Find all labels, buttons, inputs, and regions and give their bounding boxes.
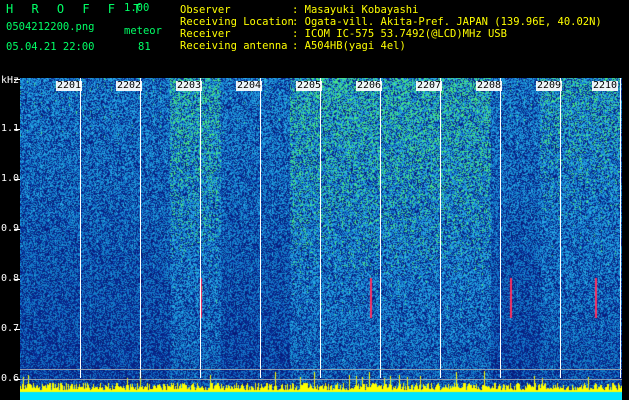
app-version: 1.00 xyxy=(124,2,150,14)
minute-line xyxy=(80,78,81,378)
minute-label-2204: 2204 xyxy=(236,80,263,91)
minute-label-2206: 2206 xyxy=(356,80,383,91)
minute-label-2210: 2210 xyxy=(592,80,619,91)
minute-line xyxy=(620,78,621,378)
minute-line xyxy=(200,78,201,378)
minute-line xyxy=(320,78,321,378)
hroft-screen: H R O F F T 1.00 0504212200.png meteor 0… xyxy=(0,0,629,400)
axis-tick xyxy=(14,179,20,180)
minute-label-2203: 2203 xyxy=(176,80,203,91)
axis-tick xyxy=(14,129,20,130)
minute-line xyxy=(500,78,501,378)
axis-tick xyxy=(14,379,20,380)
minute-line xyxy=(560,78,561,378)
axis-tick xyxy=(14,329,20,330)
spectrogram-canvas xyxy=(20,78,622,400)
minute-label-2201: 2201 xyxy=(56,80,83,91)
file-name: 0504212200.png xyxy=(6,21,95,33)
axis-tick xyxy=(14,229,20,230)
minute-label-2208: 2208 xyxy=(476,80,503,91)
info-label-observer: Observer xyxy=(180,4,231,16)
info-value-receiver: : ICOM IC-575 53.7492(@LCD)MHz USB xyxy=(292,28,507,40)
minute-line xyxy=(140,78,141,378)
axis-unit: kHz xyxy=(1,75,20,86)
minute-line xyxy=(440,78,441,378)
axis-tick xyxy=(14,279,20,280)
minute-label-2209: 2209 xyxy=(536,80,563,91)
datetime: 05.04.21 22:00 xyxy=(6,41,95,53)
info-label-receiver: Receiver xyxy=(180,28,231,40)
info-value-antenna: : A504HB(yagi 4el) xyxy=(292,40,406,52)
info-value-location: : Ogata-vill. Akita-Pref. JAPAN (139.96E… xyxy=(292,16,602,28)
axis-tick xyxy=(14,79,20,80)
minute-label-2202: 2202 xyxy=(116,80,143,91)
meteor-label: meteor xyxy=(124,25,162,37)
minute-label-2207: 2207 xyxy=(416,80,443,91)
minute-line xyxy=(260,78,261,378)
reference-line xyxy=(20,379,622,380)
meteor-count: 81 xyxy=(138,41,151,53)
minute-line xyxy=(380,78,381,378)
reference-line xyxy=(20,369,622,370)
info-label-antenna: Receiving antenna xyxy=(180,40,288,52)
info-value-observer: : Masayuki Kobayashi xyxy=(292,4,419,16)
info-label-location: Receiving Location xyxy=(180,16,294,28)
minute-label-2205: 2205 xyxy=(296,80,323,91)
